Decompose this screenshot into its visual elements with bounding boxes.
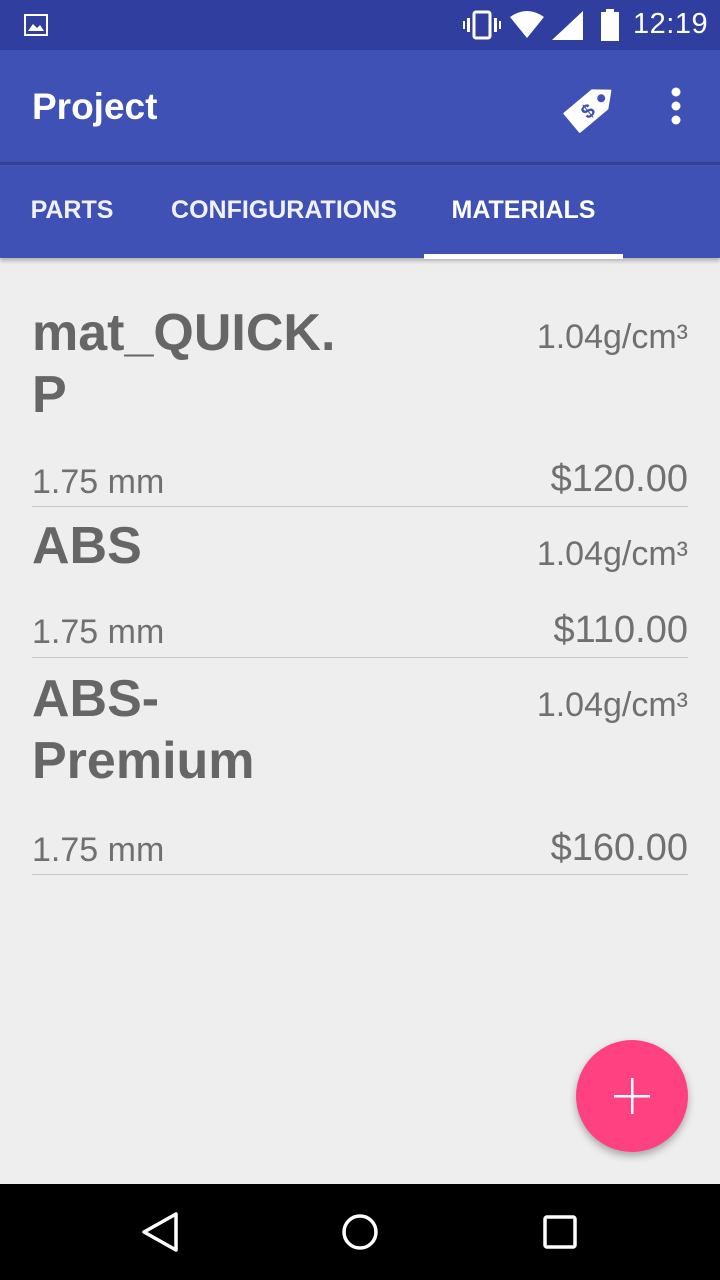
material-item[interactable]: ABS- Premium 1.04g/cm³ 1.75 mm $160.00 <box>32 658 688 875</box>
material-price: $160.00 <box>550 827 688 869</box>
gallery-icon <box>24 14 48 36</box>
recents-button[interactable] <box>543 1215 577 1249</box>
material-diameter: 1.75 mm <box>32 613 165 651</box>
material-diameter: 1.75 mm <box>32 831 165 869</box>
material-price: $120.00 <box>550 458 688 500</box>
tab-configurations[interactable]: CONFIGURATIONS <box>150 162 418 258</box>
price-tag-icon: $ <box>563 89 612 133</box>
overflow-menu-button[interactable] <box>660 80 692 132</box>
material-name: ABS- Premium <box>32 670 255 790</box>
back-icon <box>142 1212 178 1252</box>
material-density: 1.04g/cm³ <box>536 535 688 573</box>
add-material-button[interactable] <box>576 1040 688 1152</box>
home-button[interactable] <box>340 1212 380 1252</box>
status-bar: 12:19 <box>0 0 720 50</box>
price-tag-button[interactable]: $ <box>560 78 624 134</box>
navigation-bar <box>0 1184 720 1280</box>
material-density: 1.04g/cm³ <box>536 686 688 724</box>
overflow-menu-icon <box>671 87 681 125</box>
material-price: $110.00 <box>553 609 688 651</box>
materials-list: mat_QUICK. P 1.04g/cm³ 1.75 mm $120.00 A… <box>32 258 688 875</box>
tab-bar: PARTS CONFIGURATIONS MATERIALS <box>0 162 720 259</box>
material-item[interactable]: mat_QUICK. P 1.04g/cm³ 1.75 mm $120.00 <box>32 258 688 507</box>
home-icon <box>342 1214 378 1250</box>
recents-icon <box>543 1215 577 1249</box>
back-button[interactable] <box>140 1210 180 1254</box>
page-title: Project <box>32 86 158 127</box>
material-diameter: 1.75 mm <box>32 463 165 501</box>
battery-icon <box>601 9 619 41</box>
tab-materials[interactable]: MATERIALS <box>424 162 623 258</box>
vibrate-icon <box>463 10 501 40</box>
status-clock: 12:19 <box>633 8 709 40</box>
material-name: ABS <box>32 517 142 575</box>
material-item[interactable]: ABS 1.04g/cm³ 1.75 mm $110.00 <box>32 507 688 658</box>
material-density: 1.04g/cm³ <box>536 318 688 356</box>
plus-icon <box>614 1078 650 1114</box>
tab-parts[interactable]: PARTS <box>14 162 130 258</box>
material-name: mat_QUICK. P <box>32 304 336 424</box>
wifi-icon <box>510 11 544 38</box>
signal-icon <box>552 11 583 40</box>
app-bar: Project $ <box>0 50 720 162</box>
